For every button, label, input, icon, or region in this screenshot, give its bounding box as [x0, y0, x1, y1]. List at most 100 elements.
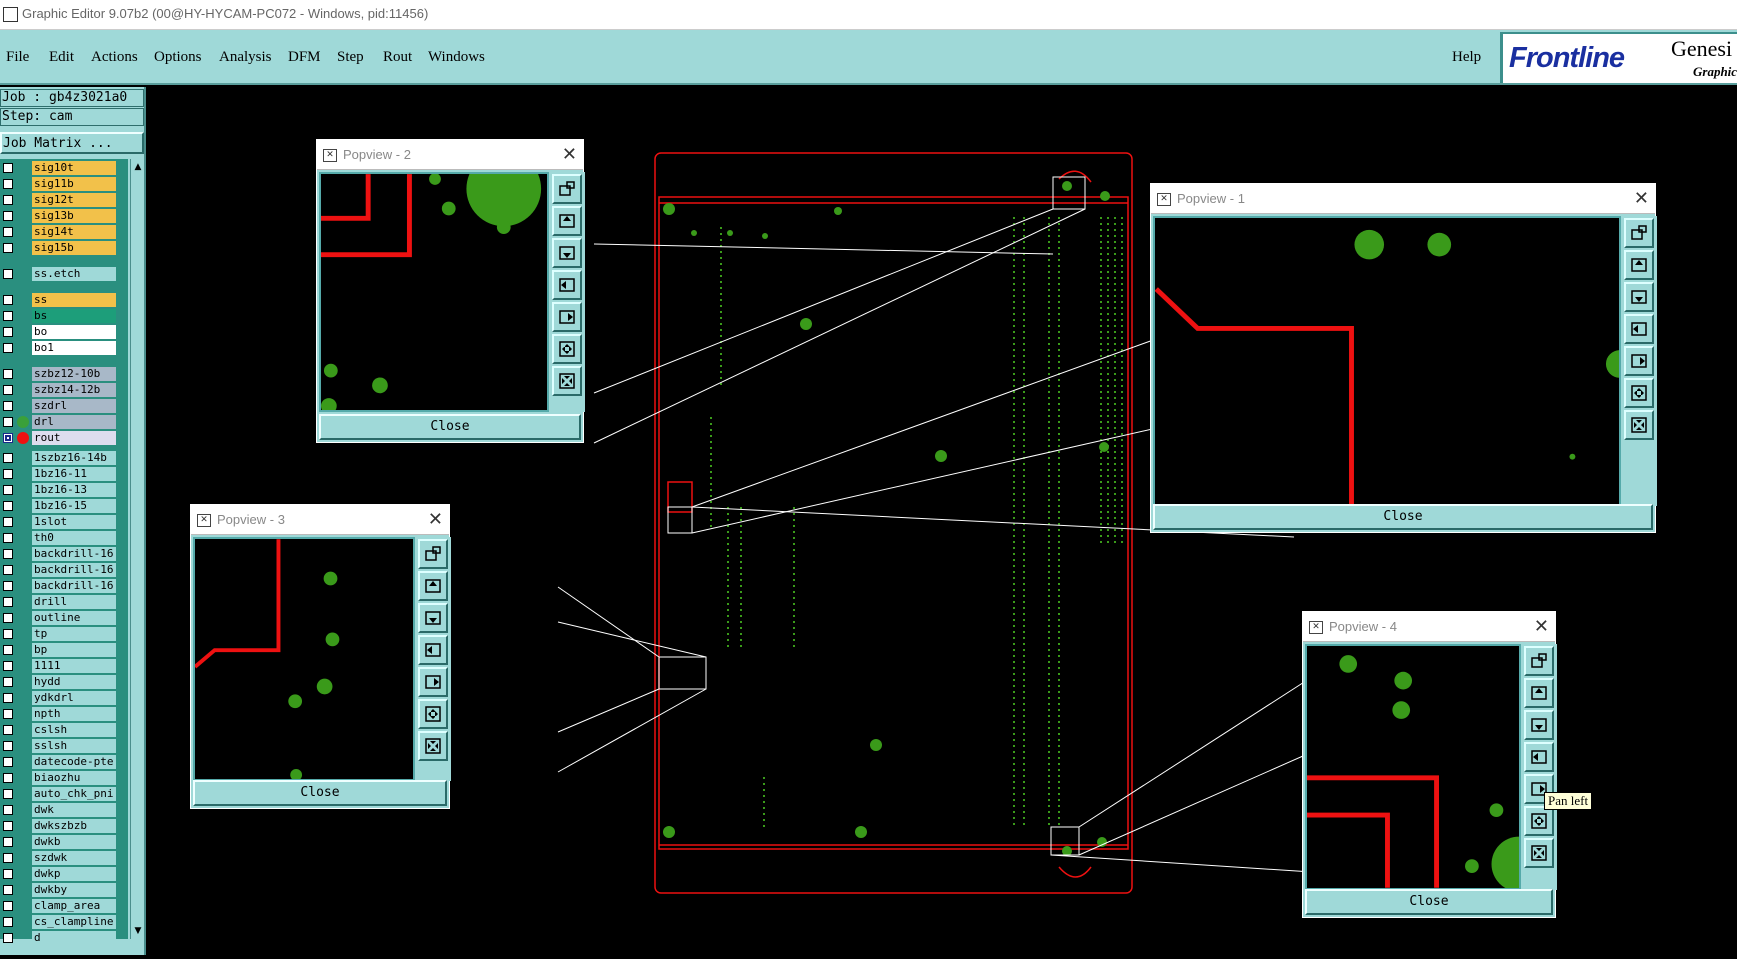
- menu-actions[interactable]: Actions: [91, 49, 138, 66]
- job-matrix-button[interactable]: Job Matrix ...: [0, 132, 144, 154]
- layer-row[interactable]: hydd: [0, 675, 128, 689]
- layer-name[interactable]: d: [32, 931, 116, 945]
- layer-checkbox[interactable]: [3, 327, 13, 337]
- layer-name[interactable]: th0: [32, 531, 116, 545]
- layer-row[interactable]: bs: [0, 309, 128, 323]
- layer-name[interactable]: bs: [32, 309, 116, 323]
- menu-rout[interactable]: Rout: [383, 49, 412, 66]
- menu-step[interactable]: Step: [337, 49, 364, 66]
- layer-row[interactable]: backdrill-16: [0, 579, 128, 593]
- layer-row[interactable]: 1bz16-11: [0, 467, 128, 481]
- layer-row[interactable]: sig12t: [0, 193, 128, 207]
- layer-row[interactable]: datecode-pte: [0, 755, 128, 769]
- menu-help[interactable]: Help: [1452, 49, 1481, 66]
- pan-down-button[interactable]: [552, 238, 582, 268]
- layer-checkbox[interactable]: [3, 725, 13, 735]
- pan-down-button[interactable]: [1624, 282, 1654, 312]
- scroll-down-icon[interactable]: ▼: [132, 925, 144, 937]
- layer-name[interactable]: sig13b: [32, 209, 116, 223]
- layer-row[interactable]: bo: [0, 325, 128, 339]
- layer-checkbox[interactable]: [3, 369, 13, 379]
- pan-right-button[interactable]: [418, 667, 448, 697]
- zoom-out-button[interactable]: [1524, 838, 1554, 868]
- zoom-window-button[interactable]: [1624, 218, 1654, 248]
- layer-row[interactable]: biaozhu: [0, 771, 128, 785]
- layer-name[interactable]: szbz14-12b: [32, 383, 116, 397]
- layer-row[interactable]: szdrl: [0, 399, 128, 413]
- layer-row[interactable]: szbz12-10b: [0, 367, 128, 381]
- layer-name[interactable]: 1bz16-15: [32, 499, 116, 513]
- close-icon[interactable]: ✕: [1534, 616, 1549, 637]
- layer-row[interactable]: backdrill-16: [0, 547, 128, 561]
- layer-row[interactable]: outline: [0, 611, 128, 625]
- layer-checkbox[interactable]: [3, 677, 13, 687]
- layer-name[interactable]: ydkdrl: [32, 691, 116, 705]
- zoom-window-button[interactable]: [418, 539, 448, 569]
- layer-checkbox[interactable]: [3, 597, 13, 607]
- zoom-out-button[interactable]: [552, 366, 582, 396]
- layer-name[interactable]: ss: [32, 293, 116, 307]
- layer-row[interactable]: ss: [0, 293, 128, 307]
- layer-name[interactable]: dwkp: [32, 867, 116, 881]
- layer-checkbox[interactable]: [3, 933, 13, 943]
- layer-checkbox[interactable]: [3, 211, 13, 221]
- layer-row[interactable]: 1bz16-15: [0, 499, 128, 513]
- pan-right-button[interactable]: [1624, 346, 1654, 376]
- layer-row[interactable]: auto_chk_pni: [0, 787, 128, 801]
- popview-2-canvas[interactable]: [319, 172, 549, 412]
- layer-name[interactable]: drl: [32, 415, 116, 429]
- layer-name[interactable]: backdrill-16: [32, 547, 116, 561]
- layer-name[interactable]: sig10t: [32, 161, 116, 175]
- layer-name[interactable]: cslsh: [32, 723, 116, 737]
- layer-checkbox[interactable]: [3, 661, 13, 671]
- layer-checkbox[interactable]: [3, 565, 13, 575]
- layer-name[interactable]: npth: [32, 707, 116, 721]
- layer-name[interactable]: datecode-pte: [32, 755, 116, 769]
- popview-1-close-button[interactable]: Close: [1153, 504, 1653, 530]
- layer-checkbox[interactable]: [3, 613, 13, 623]
- menu-windows[interactable]: Windows: [428, 49, 485, 66]
- pan-left-button[interactable]: [418, 635, 448, 665]
- pan-up-button[interactable]: [1624, 250, 1654, 280]
- layer-checkbox[interactable]: [3, 269, 13, 279]
- layer-name[interactable]: cs_clampline: [32, 915, 116, 929]
- layer-row[interactable]: tp: [0, 627, 128, 641]
- layer-name[interactable]: sig12t: [32, 193, 116, 207]
- layer-checkbox[interactable]: [3, 163, 13, 173]
- layer-row[interactable]: dwk: [0, 803, 128, 817]
- close-icon[interactable]: ✕: [428, 509, 443, 530]
- layer-name[interactable]: szbz12-10b: [32, 367, 116, 381]
- layer-checkbox[interactable]: [3, 629, 13, 639]
- layer-checkbox[interactable]: [3, 837, 13, 847]
- layer-name[interactable]: 1szbz16-14b: [32, 451, 116, 465]
- layer-checkbox[interactable]: [3, 821, 13, 831]
- zoom-in-button[interactable]: [552, 334, 582, 364]
- layer-row[interactable]: drill: [0, 595, 128, 609]
- layer-checkbox[interactable]: [3, 645, 13, 655]
- popview-4-canvas[interactable]: [1305, 644, 1521, 890]
- layer-checkbox[interactable]: [3, 901, 13, 911]
- layer-name[interactable]: bp: [32, 643, 116, 657]
- popview-1-canvas[interactable]: [1153, 216, 1621, 506]
- layer-name[interactable]: hydd: [32, 675, 116, 689]
- layer-row[interactable]: drl: [0, 415, 128, 429]
- layer-checkbox[interactable]: [3, 533, 13, 543]
- layer-row[interactable]: ydkdrl: [0, 691, 128, 705]
- layer-row[interactable]: sslsh: [0, 739, 128, 753]
- layer-row[interactable]: szdwk: [0, 851, 128, 865]
- scroll-up-icon[interactable]: ▲: [132, 161, 144, 173]
- layer-checkbox[interactable]: [3, 549, 13, 559]
- layer-row[interactable]: szbz14-12b: [0, 383, 128, 397]
- popview-2-close-button[interactable]: Close: [319, 414, 581, 440]
- layer-name[interactable]: 1bz16-13: [32, 483, 116, 497]
- layer-row[interactable]: 1szbz16-14b: [0, 451, 128, 465]
- layer-name[interactable]: biaozhu: [32, 771, 116, 785]
- layer-checkbox[interactable]: [3, 917, 13, 927]
- layer-checkbox[interactable]: [3, 343, 13, 353]
- layer-checkbox[interactable]: [3, 517, 13, 527]
- layer-name[interactable]: dwkby: [32, 883, 116, 897]
- layer-row[interactable]: th0: [0, 531, 128, 545]
- layer-row[interactable]: bp: [0, 643, 128, 657]
- layer-row[interactable]: dwkp: [0, 867, 128, 881]
- layer-name[interactable]: sig14t: [32, 225, 116, 239]
